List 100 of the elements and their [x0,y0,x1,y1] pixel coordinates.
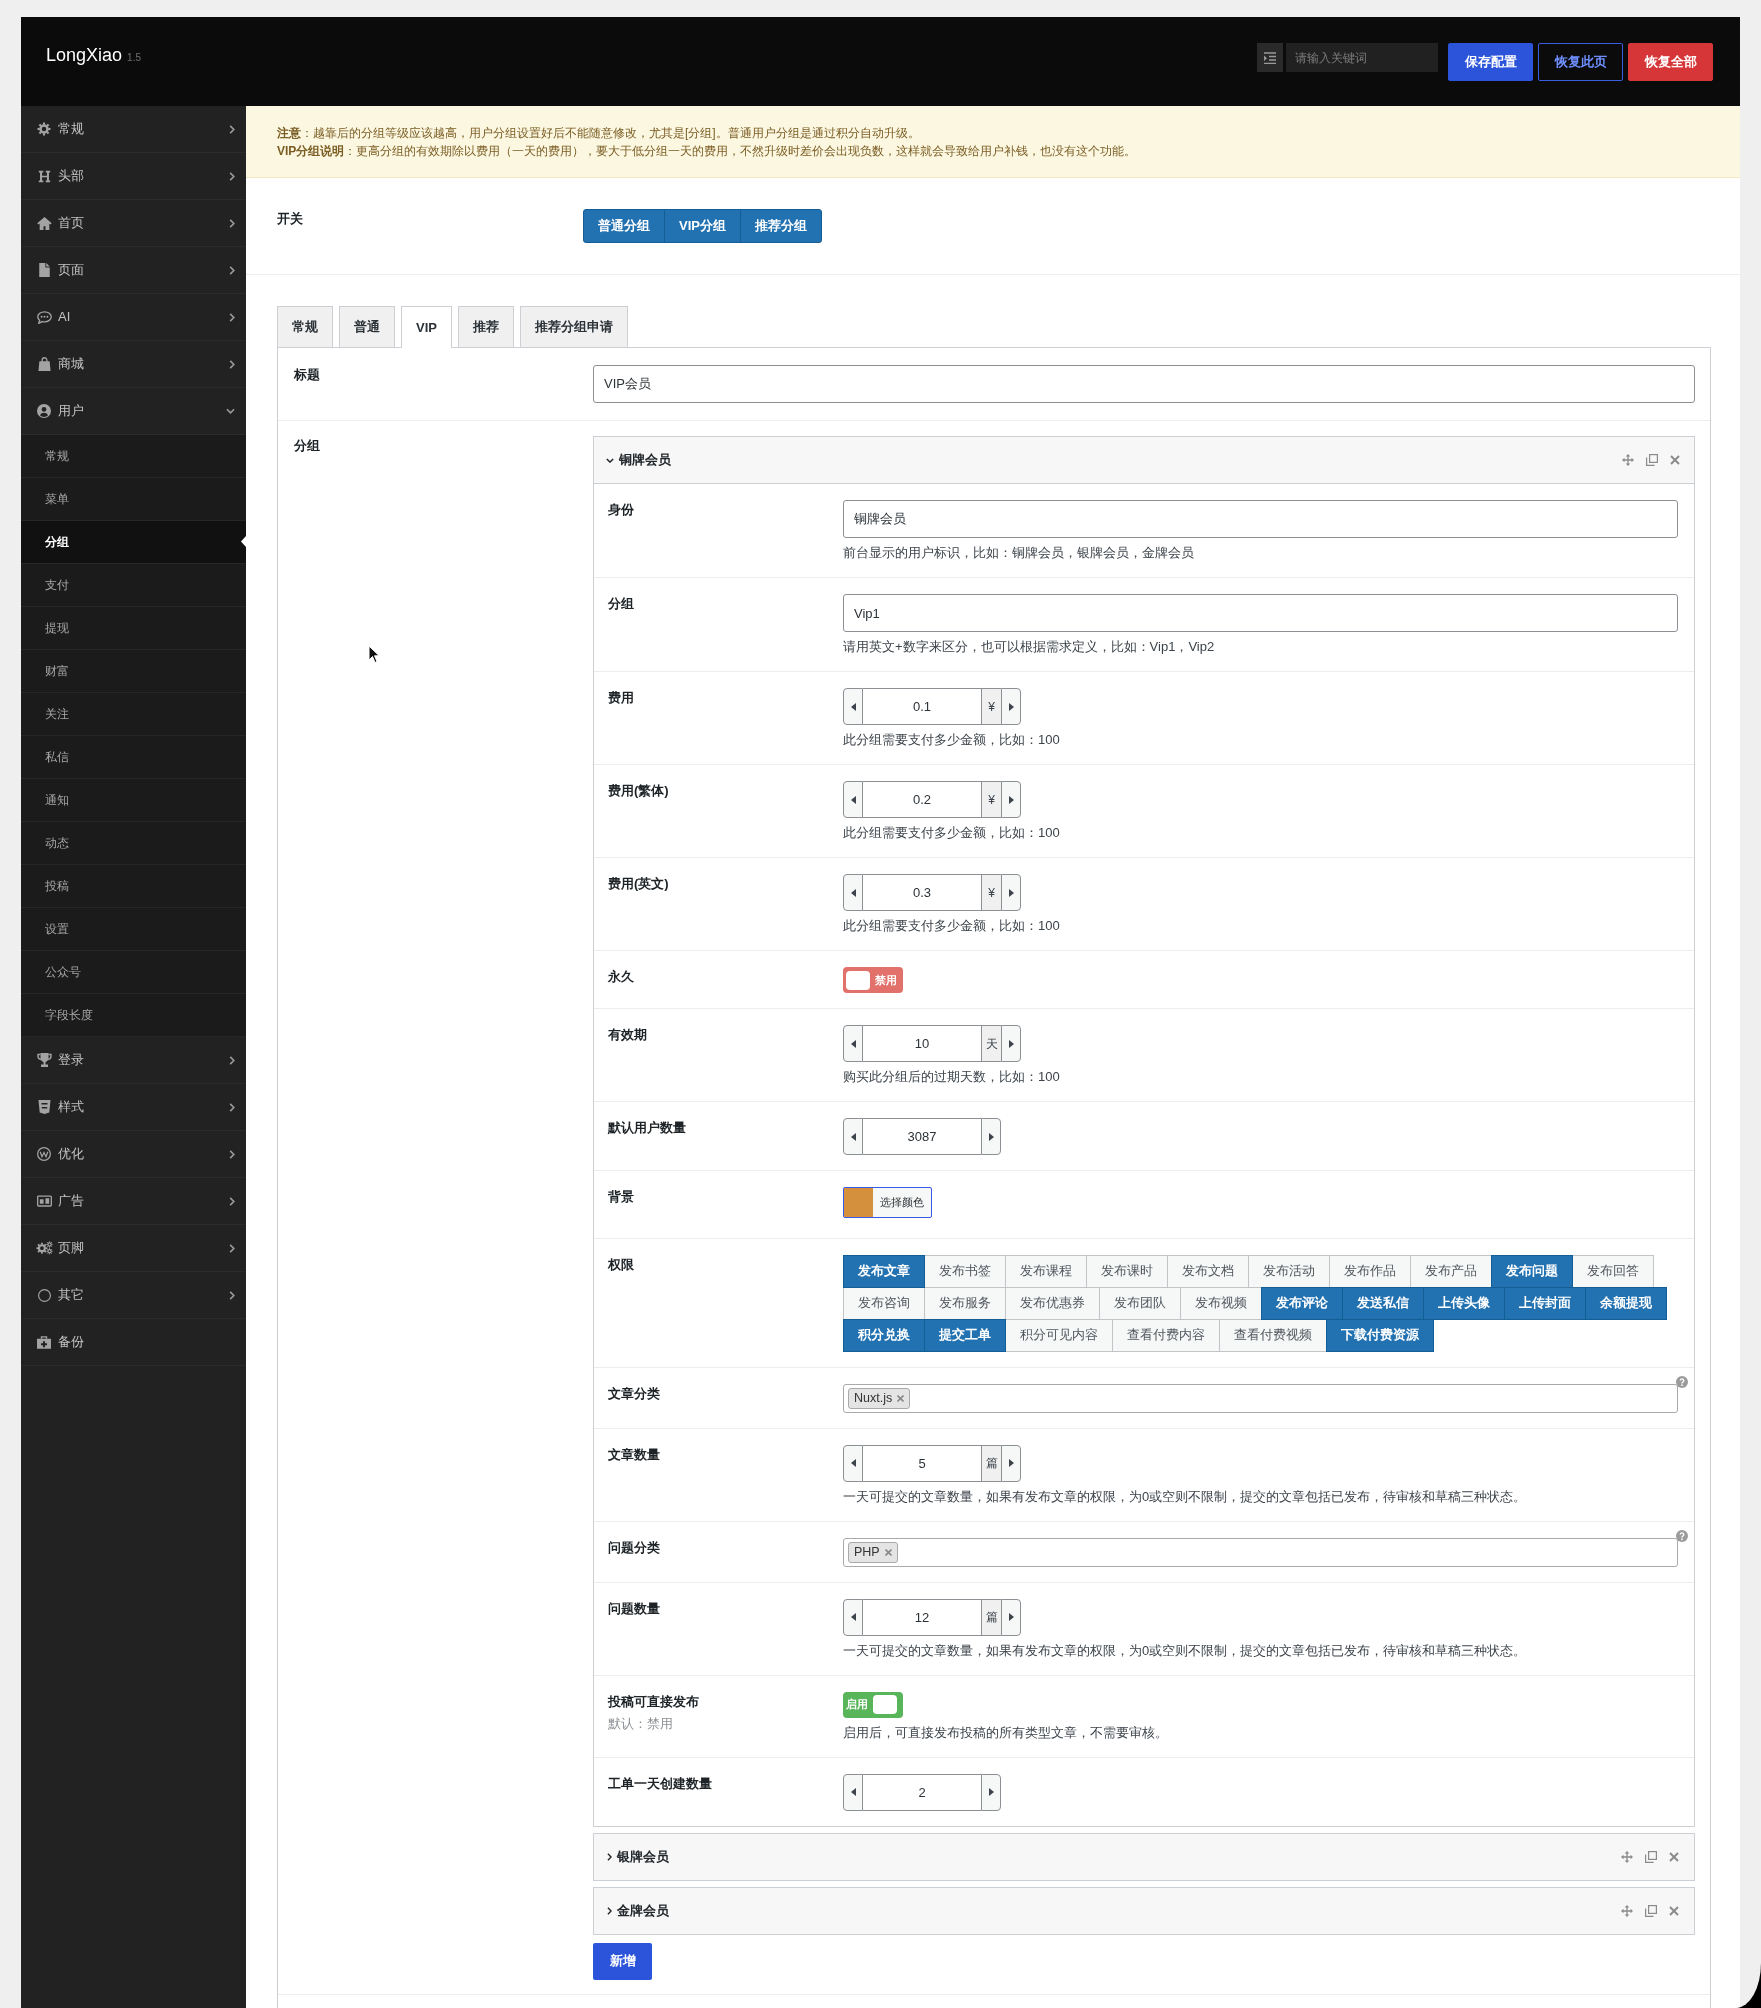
field-label: 分组 [608,595,635,613]
permission-button[interactable]: 发布课时 [1086,1254,1168,1288]
app-logo[interactable]: LongXiao [46,43,123,67]
help-icon[interactable] [1676,1375,1688,1388]
decrease-button[interactable] [843,688,863,725]
permission-button[interactable]: 发布优惠券 [1005,1286,1100,1320]
help-icon[interactable] [1676,1529,1688,1542]
group-toggle-button[interactable]: VIP分组 [664,209,741,243]
number-field[interactable]: 5 [863,1444,981,1482]
close-icon[interactable] [1669,1905,1679,1916]
permission-button[interactable]: 上传头像 [1423,1286,1505,1320]
tags-field[interactable]: PHP [843,1537,1678,1567]
permission-button[interactable]: 下载付费资源 [1326,1318,1434,1352]
increase-button[interactable] [981,1118,1001,1155]
number-field[interactable]: 0.1 [863,688,981,725]
tab[interactable]: 推荐 [457,306,514,347]
decrease-button[interactable] [843,1025,863,1062]
permission-button[interactable]: 积分可见内容 [1005,1318,1113,1352]
decrease-button[interactable] [843,1118,863,1155]
number-field[interactable]: 3087 [863,1118,981,1155]
tab[interactable]: 常规 [277,306,333,347]
unit-label: ¥ [981,781,1001,818]
permission-button[interactable]: 发送私信 [1342,1286,1424,1320]
permission-button[interactable]: 发布评论 [1261,1286,1343,1320]
caret-right-icon [1008,1039,1014,1048]
help-text: 请用英文+数字来区分，也可以根据需求定义，比如：Vip1，Vip2 [843,638,1216,656]
color-picker-button[interactable]: 选择颜色 [843,1187,932,1218]
permission-button[interactable]: 查看付费视频 [1219,1318,1327,1352]
permission-button[interactable]: 积分兑换 [843,1318,925,1352]
permission-button[interactable]: 发布文档 [1167,1254,1249,1288]
permission-button[interactable]: 发布文章 [843,1254,925,1288]
permission-button[interactable]: 发布问题 [1491,1254,1573,1288]
permission-button[interactable]: 查看付费内容 [1112,1318,1220,1352]
text-field[interactable]: Vip1 [843,594,1678,632]
title-field[interactable]: VIP会员 [593,365,1695,403]
mouse-pointer-icon [368,645,380,664]
permission-button[interactable]: 发布咨询 [843,1286,925,1320]
caret-right-icon [1008,795,1014,804]
save-button[interactable]: 保存配置 [1448,43,1533,81]
permission-button[interactable]: 发布课程 [1005,1254,1087,1288]
increase-button[interactable] [1001,1444,1021,1482]
text-field[interactable]: 铜牌会员 [843,500,1678,538]
increase-button[interactable] [1001,1025,1021,1062]
number-field[interactable]: 0.3 [863,874,981,911]
number-field[interactable]: 10 [863,1025,981,1062]
tab[interactable]: VIP [401,306,452,348]
sidebar-subitem[interactable]: 分组 [21,521,246,564]
increase-button[interactable] [1001,1598,1021,1636]
field-label: 开关 [277,210,304,228]
copy-icon[interactable] [1645,1904,1657,1917]
permission-button[interactable]: 发布书签 [924,1254,1006,1288]
number-field[interactable]: 2 [863,1773,981,1811]
restore-all-button[interactable]: 恢复全部 [1628,43,1713,81]
permission-button[interactable]: 发布服务 [924,1286,1006,1320]
permission-button[interactable]: 提交工单 [924,1318,1006,1352]
increase-button[interactable] [981,1773,1001,1811]
increase-button[interactable] [1001,781,1021,818]
restore-page-button[interactable]: 恢复此页 [1538,43,1623,81]
tab[interactable]: 普通 [339,306,395,347]
number-field[interactable]: 0.2 [863,781,981,818]
decrease-button[interactable] [843,1444,863,1482]
add-button[interactable]: 新增 [593,1942,652,1980]
permission-button[interactable]: 发布视频 [1180,1286,1262,1320]
number-field[interactable]: 12 [863,1598,981,1636]
permission-button[interactable]: 余额提现 [1585,1286,1667,1320]
accordion-toggle[interactable]: 银牌会员 [607,1846,669,1867]
accordion-toggle[interactable]: 金牌会员 [607,1900,669,1921]
permission-button[interactable]: 发布团队 [1099,1286,1181,1320]
tags-field[interactable]: Nuxt.js [843,1383,1678,1413]
move-icon[interactable] [1622,454,1634,466]
unit-label: ¥ [981,874,1001,911]
field-label: 身份 [608,501,635,519]
search-field[interactable]: 请输入关键词 [1286,43,1438,72]
increase-button[interactable] [1001,688,1021,725]
copy-icon[interactable] [1646,454,1658,466]
accordion-toggle[interactable]: 铜牌会员 [606,450,671,470]
field-label: 问题分类 [608,1538,661,1557]
close-icon[interactable] [1669,1851,1679,1862]
decrease-button[interactable] [843,1773,863,1811]
permission-button[interactable]: 发布回答 [1572,1254,1654,1288]
toggle-button[interactable] [1257,43,1283,72]
increase-button[interactable] [1001,874,1021,911]
move-icon[interactable] [1621,1904,1633,1917]
permission-button[interactable]: 上传封面 [1504,1286,1586,1320]
field-label: 文章分类 [608,1384,661,1403]
decrease-button[interactable] [843,874,863,911]
tab[interactable]: 推荐分组申请 [519,306,628,347]
remove-icon[interactable] [897,1394,905,1402]
decrease-button[interactable] [843,1598,863,1636]
permission-button[interactable]: 发布活动 [1248,1254,1330,1288]
field-label: 文章数量 [608,1445,661,1464]
move-icon[interactable] [1621,1850,1633,1863]
remove-icon[interactable] [884,1548,892,1556]
permission-button[interactable]: 发布作品 [1329,1254,1411,1288]
group-toggle-button[interactable]: 普通分组 [583,209,665,243]
group-toggle-button[interactable]: 推荐分组 [739,209,822,243]
close-icon[interactable] [1670,455,1680,465]
decrease-button[interactable] [843,781,863,818]
permission-button[interactable]: 发布产品 [1410,1254,1492,1288]
copy-icon[interactable] [1645,1850,1657,1863]
